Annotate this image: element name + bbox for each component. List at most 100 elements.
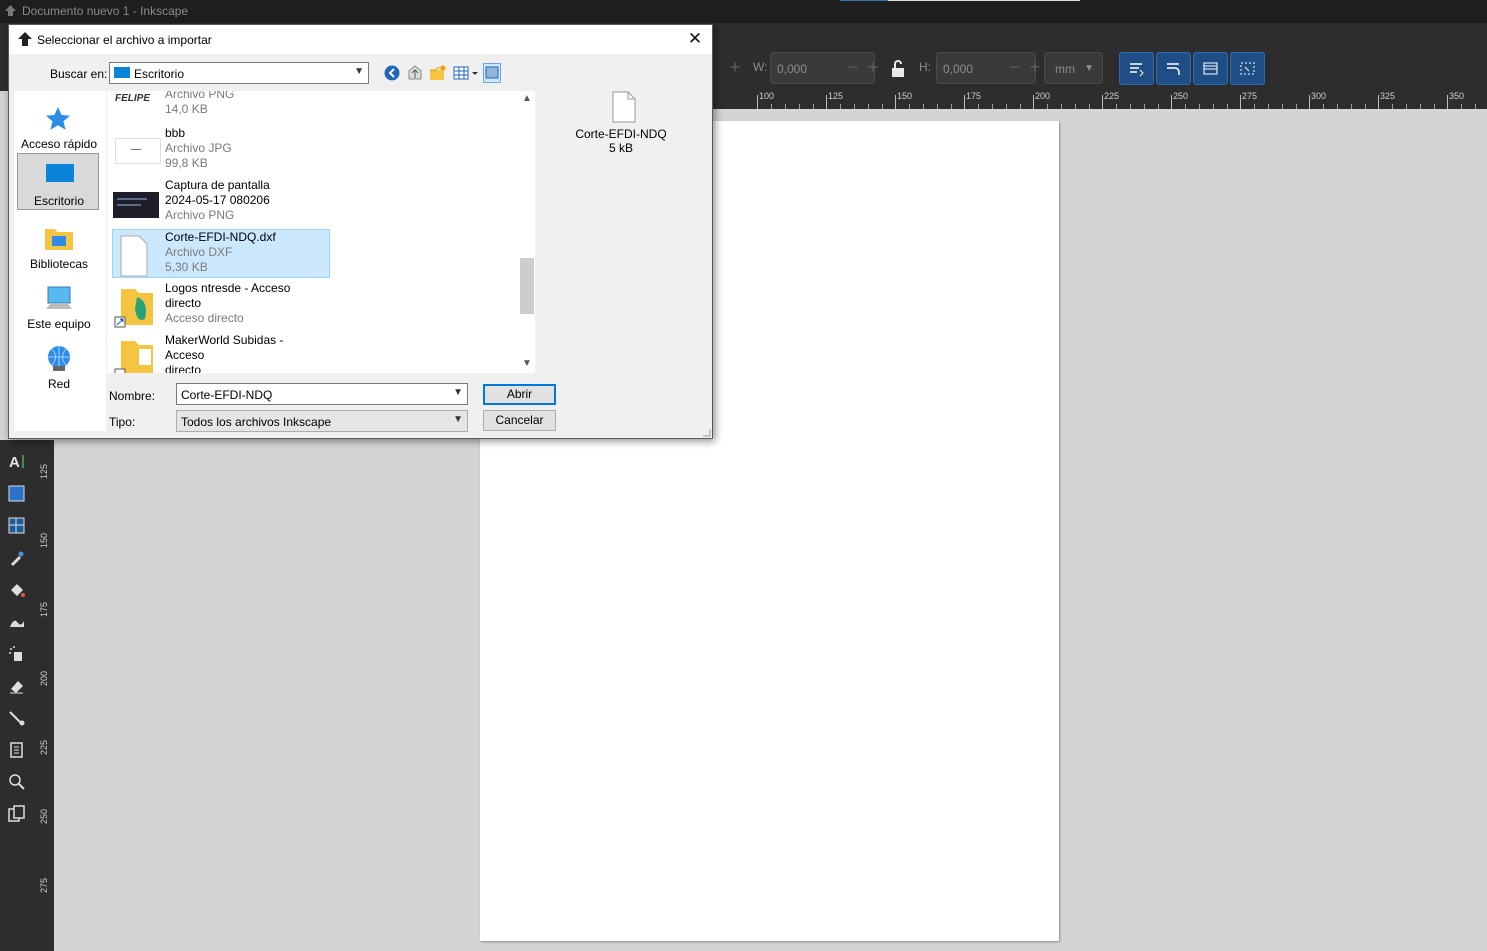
mesh-tool-icon[interactable] (8, 517, 26, 535)
file-name: Logos ntresde - Acceso (165, 281, 291, 295)
place-label: Este equipo (27, 317, 91, 331)
connector-tool-icon[interactable] (8, 709, 26, 727)
scale-stroke-button[interactable] (1119, 52, 1154, 85)
place-libraries[interactable]: Bibliotecas (16, 217, 102, 273)
new-folder-icon[interactable] (429, 64, 447, 82)
place-label: Red (47, 377, 70, 391)
place-label: Escritorio (33, 194, 84, 208)
file-list-scrollbar[interactable]: ▲ ▼ (519, 91, 535, 373)
list-item-selected[interactable]: Corte-EFDI-NDQ.dxf Archivo DXF 5,30 KB (112, 229, 330, 278)
dialog-title: Seleccionar el archivo a importar (37, 33, 212, 47)
ruler-label: 225 (39, 740, 49, 756)
ruler-minor-tick (1254, 104, 1255, 109)
chevron-down-icon[interactable]: ▼ (453, 387, 463, 398)
document-icon (612, 91, 636, 123)
width-value: 0,000 (777, 62, 808, 76)
up-folder-icon[interactable] (406, 64, 424, 82)
inkscape-titlebar: Documento nuevo 1 - Inkscape (0, 0, 1487, 23)
ruler-minor-tick (1061, 104, 1062, 109)
pages-tool-icon[interactable] (8, 741, 26, 759)
cancel-button[interactable]: Cancelar (483, 410, 556, 431)
ruler-minor-tick (1185, 104, 1186, 109)
ruler-tick (1378, 95, 1379, 109)
scroll-thumb[interactable] (520, 258, 534, 314)
list-item[interactable]: Captura de pantalla 2024-05-17 080206 Ar… (113, 178, 325, 226)
preview-toggle-icon[interactable] (483, 63, 501, 83)
ruler-minor-tick (1323, 104, 1324, 109)
filetype-value: Todos los archivos Inkscape (181, 415, 332, 429)
file-name-line2: directo (165, 296, 202, 310)
place-network[interactable]: Red (16, 337, 102, 393)
window-title: Documento nuevo 1 - Inkscape (22, 4, 189, 18)
ruler-minor-tick (882, 104, 883, 109)
scale-corners-button[interactable] (1156, 52, 1191, 85)
ruler-label: 275 (1242, 91, 1258, 101)
ruler-minor-tick (1420, 104, 1421, 109)
spray-tool-icon[interactable] (8, 645, 26, 663)
back-icon[interactable] (383, 64, 401, 82)
place-desktop[interactable]: Escritorio (17, 153, 99, 210)
lookin-label: Buscar en: (50, 67, 108, 81)
filetype-select[interactable]: Todos los archivos Inkscape ▼ (176, 410, 468, 432)
file-type: Archivo PNG (165, 91, 235, 101)
unit-value: mm (1055, 62, 1075, 76)
open-button[interactable]: Abrir (483, 384, 556, 405)
chevron-down-icon: ▼ (354, 66, 364, 77)
ruler-tick (1171, 95, 1172, 109)
inkscape-logo-icon (18, 32, 32, 46)
close-button[interactable]: ✕ (684, 29, 706, 51)
ruler-minor-tick (1282, 104, 1283, 109)
place-quick-access[interactable]: Acceso rápido (16, 97, 102, 153)
ruler-minor-tick (992, 104, 993, 109)
chevron-down-icon: ▼ (453, 414, 463, 425)
paint-bucket-icon[interactable] (8, 581, 26, 599)
x-plus-button[interactable]: + (720, 52, 750, 84)
places-sidebar: Acceso rápido Escritorio Bibliotecas Est… (14, 91, 106, 431)
scroll-down-icon[interactable]: ▼ (522, 358, 532, 369)
ruler-minor-tick (799, 104, 800, 109)
file-thumbnail (113, 182, 159, 222)
gradient-tool-icon[interactable] (8, 485, 26, 503)
name-label: Nombre: (109, 389, 156, 403)
thumbnail-text: FELIPE (115, 93, 151, 104)
file-type: Archivo PNG (165, 208, 235, 222)
ruler-minor-tick (1337, 104, 1338, 109)
file-thumbnail (113, 234, 159, 277)
desktop-icon (114, 67, 130, 78)
dropper-tool-icon[interactable] (8, 549, 26, 567)
eraser-tool-icon[interactable] (8, 677, 26, 695)
tweak-tool-icon[interactable] (8, 613, 26, 631)
ruler-minor-tick (1089, 104, 1090, 109)
ruler-minor-tick (868, 104, 869, 109)
horizontal-ruler: 100 125 150 175 200 225 250 275 300 325 350 (713, 91, 1487, 109)
lookin-combo[interactable]: Escritorio ▼ (109, 62, 369, 84)
view-menu-icon[interactable] (452, 64, 480, 82)
list-item[interactable]: Logos ntresde - Acceso directo Acceso di… (113, 281, 325, 329)
lock-icon[interactable] (890, 60, 906, 78)
list-item[interactable]: MakerWorld Subidas - Acceso directo Acce… (113, 333, 325, 373)
filename-input[interactable]: Corte-EFDI-NDQ ▼ (176, 383, 468, 405)
ruler-minor-tick (1020, 104, 1021, 109)
ruler-label: 100 (759, 91, 775, 101)
text-tool-icon[interactable]: A (8, 452, 26, 470)
w-plus-button[interactable]: + (858, 52, 888, 84)
place-label: Bibliotecas (29, 257, 89, 271)
list-item[interactable]: bbb Archivo JPG 99,8 KB (113, 126, 325, 174)
unit-select[interactable]: mm ▼ (1044, 52, 1103, 84)
ruler-label: 125 (828, 91, 844, 101)
zoom-tool-icon[interactable] (8, 773, 26, 791)
scroll-up-icon[interactable]: ▲ (522, 93, 532, 104)
desktop-icon (46, 164, 74, 182)
ruler-tick (1240, 95, 1241, 109)
place-this-pc[interactable]: Este equipo (16, 277, 102, 333)
dialog-titlebar: Seleccionar el archivo a importar ✕ (9, 25, 712, 54)
transform-patterns-button[interactable] (1230, 52, 1265, 85)
ruler-label: 150 (897, 91, 913, 101)
ruler-minor-tick (1392, 104, 1393, 109)
ruler-minor-tick (923, 104, 924, 109)
clone-tool-icon[interactable] (8, 805, 26, 823)
resize-grip-icon[interactable] (701, 427, 711, 437)
ruler-minor-tick (840, 104, 841, 109)
ruler-minor-tick (1365, 104, 1366, 109)
transform-gradients-button[interactable] (1193, 52, 1228, 85)
